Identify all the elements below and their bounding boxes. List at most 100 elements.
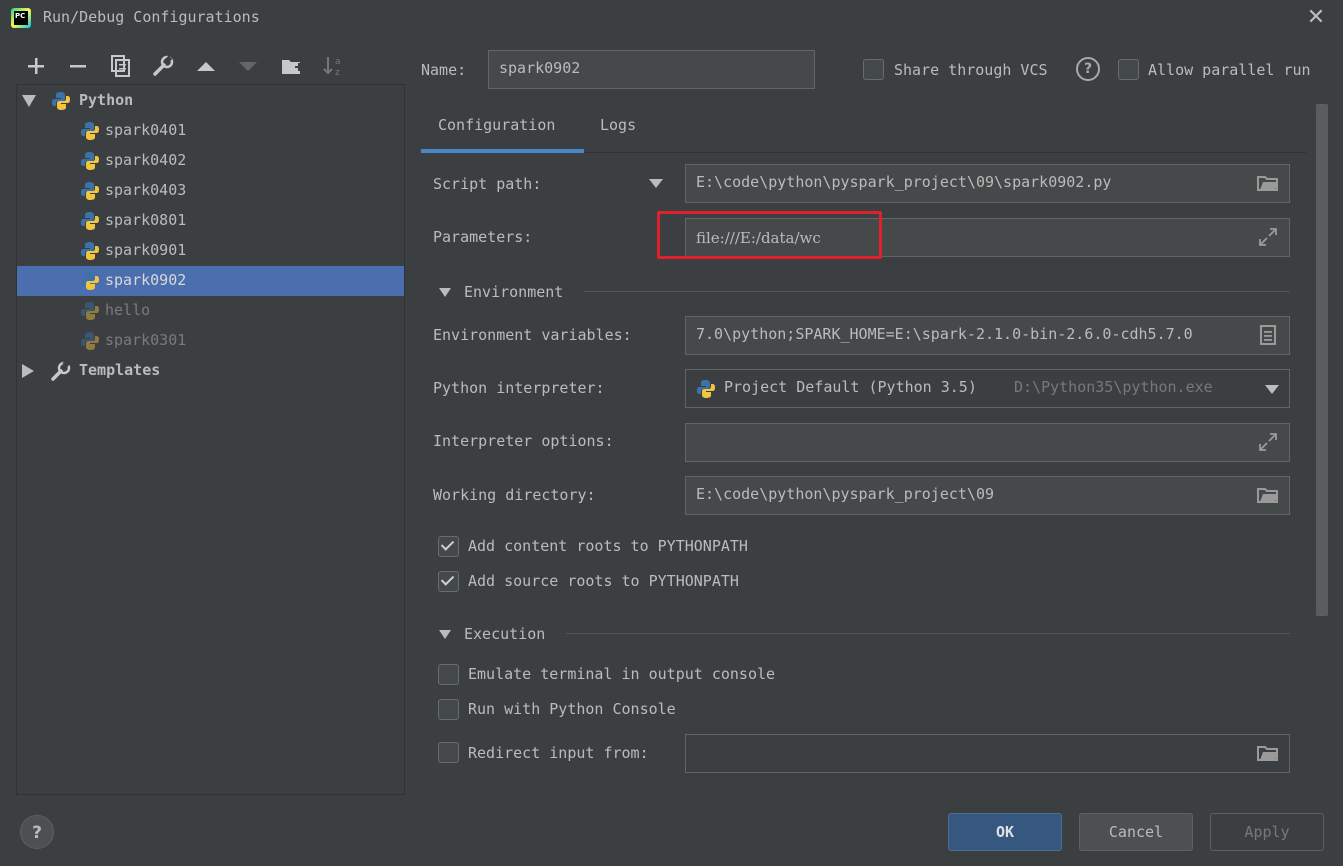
tree-item-spark0403[interactable]: spark0403 <box>17 176 404 206</box>
tree-item-spark0902[interactable]: spark0902 <box>17 266 404 296</box>
tree-item-spark0401[interactable]: spark0401 <box>17 116 404 146</box>
tab-configuration[interactable]: Configuration <box>438 116 555 134</box>
tree-label-python: Python <box>79 91 134 109</box>
ok-button[interactable]: OK <box>948 813 1062 851</box>
folder-icon[interactable] <box>1257 172 1279 194</box>
name-value: spark0902 <box>499 59 581 77</box>
window-title: Run/Debug Configurations <box>43 8 260 26</box>
environment-section-title: Environment <box>464 283 564 301</box>
interpreter-label: Python interpreter: <box>433 379 605 397</box>
help-icon[interactable]: ? <box>1076 57 1100 81</box>
tree-item-spark0402[interactable]: spark0402 <box>17 146 404 176</box>
working-dir-value: E:\code\python\pyspark_project\09 <box>696 485 995 503</box>
allow-parallel-checkbox[interactable] <box>1118 59 1139 80</box>
working-dir-field[interactable]: E:\code\python\pyspark_project\09 <box>685 476 1290 515</box>
interpreter-path: D:\Python35\python.exe <box>1014 378 1213 396</box>
run-with-console-label: Run with Python Console <box>468 700 676 718</box>
section-divider <box>566 633 1290 634</box>
tree-item-label: hello <box>105 301 151 319</box>
python-icon <box>81 332 99 350</box>
tree-item-label: spark0402 <box>105 151 187 169</box>
tab-logs[interactable]: Logs <box>600 116 636 134</box>
active-tab-indicator <box>421 149 584 153</box>
tree-node-python[interactable]: Python <box>17 86 404 116</box>
add-icon[interactable] <box>22 52 50 80</box>
execution-collapse-icon[interactable] <box>439 630 451 639</box>
tree-item-spark0301[interactable]: spark0301 <box>17 326 404 356</box>
interp-options-field[interactable] <box>685 423 1290 462</box>
parameters-label: Parameters: <box>433 228 533 246</box>
chevron-down-icon[interactable] <box>649 179 663 189</box>
tree-item-spark0801[interactable]: spark0801 <box>17 206 404 236</box>
environment-collapse-icon[interactable] <box>439 288 451 297</box>
tree-item-label: spark0401 <box>105 121 187 139</box>
script-path-label: Script path: <box>433 175 542 193</box>
configuration-tree[interactable]: Python Templates spark0401 spark0402 spark… <box>16 84 405 795</box>
python-icon <box>52 92 70 110</box>
python-icon <box>81 242 99 260</box>
tree-node-templates[interactable]: Templates <box>17 356 404 386</box>
chevron-down-icon[interactable] <box>1265 385 1279 395</box>
highlight-annotation <box>657 211 882 259</box>
pycharm-logo-icon: PC <box>11 8 31 28</box>
svg-text:z: z <box>335 68 340 78</box>
allow-parallel-label: Allow parallel run <box>1148 61 1311 79</box>
python-icon <box>81 302 99 320</box>
env-vars-label: Environment variables: <box>433 326 632 344</box>
tree-item-spark0901[interactable]: spark0901 <box>17 236 404 266</box>
add-source-roots-label: Add source roots to PYTHONPATH <box>468 572 739 590</box>
working-dir-label: Working directory: <box>433 486 596 504</box>
python-icon <box>81 152 99 170</box>
collapse-arrow-icon[interactable] <box>22 364 34 378</box>
move-down-icon <box>234 52 262 80</box>
share-vcs-checkbox[interactable] <box>863 59 884 80</box>
tree-item-label: spark0902 <box>105 271 187 289</box>
wrench-icon <box>51 361 71 381</box>
tree-item-label: spark0801 <box>105 211 187 229</box>
add-source-roots-checkbox[interactable] <box>438 571 459 592</box>
script-path-value: E:\code\python\pyspark_project\09\spark0… <box>696 173 1112 191</box>
name-field[interactable]: spark0902 <box>488 50 815 89</box>
scrollbar[interactable] <box>1316 104 1328 616</box>
interpreter-select[interactable]: Project Default (Python 3.5) D:\Python35… <box>685 369 1290 408</box>
interpreter-value: Project Default (Python 3.5) <box>724 378 977 396</box>
redirect-input-field[interactable] <box>685 734 1290 773</box>
copy-icon[interactable] <box>107 52 135 80</box>
redirect-input-label: Redirect input from: <box>468 744 649 762</box>
python-icon <box>697 380 715 398</box>
interp-options-label: Interpreter options: <box>433 432 614 450</box>
tree-item-label: spark0403 <box>105 181 187 199</box>
expand-icon[interactable] <box>1257 226 1279 248</box>
tree-label-templates: Templates <box>79 361 161 379</box>
apply-button[interactable]: Apply <box>1210 813 1324 851</box>
execution-section-title: Execution <box>464 625 546 643</box>
env-vars-value: 7.0\python;SPARK_HOME=E:\spark-2.1.0-bin… <box>696 325 1193 343</box>
move-up-icon[interactable] <box>192 52 220 80</box>
cancel-button[interactable]: Cancel <box>1079 813 1193 851</box>
document-icon[interactable] <box>1257 324 1279 346</box>
close-icon[interactable]: ✕ <box>1304 6 1328 30</box>
name-label: Name: <box>421 61 467 79</box>
help-button[interactable]: ? <box>20 815 54 849</box>
script-path-field[interactable]: E:\code\python\pyspark_project\09\spark0… <box>685 164 1290 203</box>
expand-icon[interactable] <box>1257 431 1279 453</box>
tree-item-label: spark0301 <box>105 331 187 349</box>
redirect-input-checkbox[interactable] <box>438 742 459 763</box>
python-icon <box>81 212 99 230</box>
share-vcs-label: Share through VCS <box>894 61 1048 79</box>
add-content-roots-checkbox[interactable] <box>438 536 459 557</box>
python-icon <box>81 272 99 290</box>
remove-icon[interactable] <box>64 52 92 80</box>
emulate-terminal-checkbox[interactable] <box>438 664 459 685</box>
expand-arrow-icon[interactable] <box>22 95 36 107</box>
folder-icon[interactable] <box>1257 742 1279 764</box>
run-with-console-checkbox[interactable] <box>438 699 459 720</box>
add-content-roots-label: Add content roots to PYTHONPATH <box>468 537 748 555</box>
tree-item-label: spark0901 <box>105 241 187 259</box>
folder-add-icon[interactable] <box>278 52 306 80</box>
python-icon <box>81 182 99 200</box>
tree-item-hello[interactable]: hello <box>17 296 404 326</box>
wrench-icon[interactable] <box>149 52 177 80</box>
folder-icon[interactable] <box>1257 484 1279 506</box>
env-vars-field[interactable]: 7.0\python;SPARK_HOME=E:\spark-2.1.0-bin… <box>685 316 1290 355</box>
